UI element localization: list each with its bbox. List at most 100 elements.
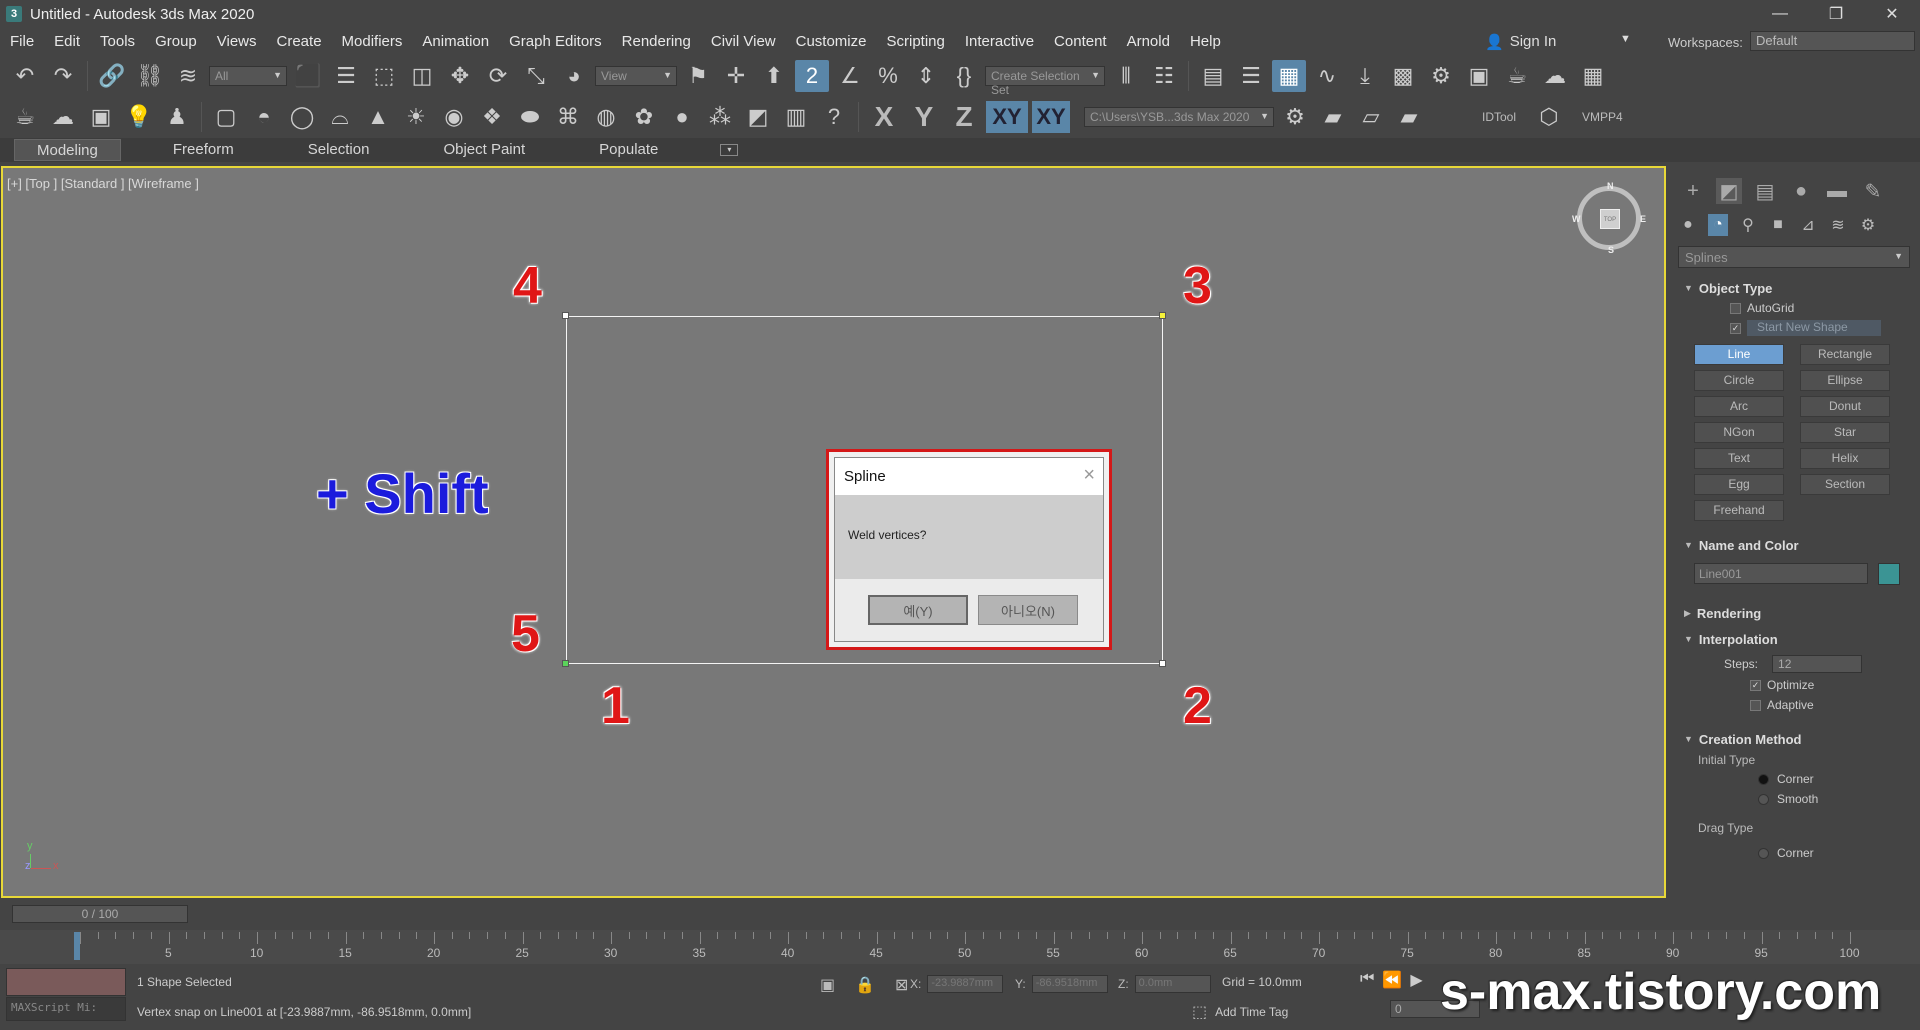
play-icon[interactable]: ▶ bbox=[1410, 970, 1422, 990]
schematic-view-icon[interactable]: ⤓ bbox=[1348, 60, 1382, 92]
axis-z-button[interactable]: Z bbox=[946, 101, 982, 133]
project-folder-select[interactable]: C:\Users\YSB...3ds Max 2020 bbox=[1084, 107, 1274, 127]
select-manipulate-icon[interactable]: ✛ bbox=[719, 60, 753, 92]
disc-icon[interactable]: ◉ bbox=[437, 101, 471, 133]
teapot-icon[interactable]: ☕ bbox=[8, 101, 42, 133]
chevron-down-icon[interactable]: ▼ bbox=[1620, 33, 1631, 45]
space-warps-icon[interactable]: ≋ bbox=[1828, 214, 1848, 236]
y-coordinate-field[interactable]: -86.9518mm bbox=[1031, 975, 1108, 993]
layer-explorer-icon[interactable]: ☰ bbox=[1234, 60, 1268, 92]
close-window-button[interactable]: ✕ bbox=[1864, 0, 1920, 28]
menu-interactive[interactable]: Interactive bbox=[955, 28, 1044, 55]
selection-filter-select[interactable]: All bbox=[209, 66, 287, 86]
axis-x-button[interactable]: X bbox=[866, 101, 902, 133]
start-new-shape-button[interactable]: Start New Shape bbox=[1747, 320, 1881, 336]
systems-icon[interactable]: ⚙ bbox=[1858, 214, 1878, 236]
z-coordinate-field[interactable]: 0.0mm bbox=[1134, 975, 1211, 993]
material-editor-icon[interactable]: ▩ bbox=[1386, 60, 1420, 92]
mirror-icon[interactable]: ⫴ bbox=[1109, 60, 1143, 92]
time-slider[interactable]: 0 / 100 bbox=[12, 905, 188, 923]
viewcube[interactable]: TOP N S E W bbox=[1572, 181, 1646, 255]
menu-customize[interactable]: Customize bbox=[786, 28, 877, 55]
rollout-object-type[interactable]: ▼ Object Type bbox=[1678, 278, 1910, 298]
lights-icon[interactable]: ⚲ bbox=[1738, 214, 1758, 236]
scale-icon[interactable]: ⤡ bbox=[519, 60, 553, 92]
render-production-icon[interactable]: ☕ bbox=[1500, 60, 1534, 92]
text-button[interactable]: Text bbox=[1694, 448, 1784, 469]
redo-icon[interactable]: ↷ bbox=[46, 60, 80, 92]
align-icon[interactable]: ☷ bbox=[1147, 60, 1181, 92]
menu-group[interactable]: Group bbox=[145, 28, 207, 55]
start-new-shape-row[interactable]: ✓ Start New Shape bbox=[1670, 318, 1920, 338]
angle-snap-icon[interactable]: ∠ bbox=[833, 60, 867, 92]
freehand-button[interactable]: Freehand bbox=[1694, 500, 1784, 521]
project-icon[interactable]: ⚙ bbox=[1278, 101, 1312, 133]
lock-icon[interactable]: 🔒 bbox=[855, 975, 875, 995]
sign-in-button[interactable]: 👤 Sign In bbox=[1485, 28, 1630, 55]
reference-coordinate-select[interactable]: View bbox=[595, 66, 677, 86]
particles-icon[interactable]: ⁂ bbox=[703, 101, 737, 133]
sun-icon[interactable]: ☀ bbox=[399, 101, 433, 133]
idtool-label[interactable]: IDTool bbox=[1470, 110, 1528, 124]
egg-button[interactable]: Egg bbox=[1694, 474, 1784, 495]
cloud-icon[interactable]: ☁ bbox=[46, 101, 80, 133]
restore-button[interactable]: ❐ bbox=[1808, 0, 1864, 28]
snaps-toggle-icon[interactable]: 2 bbox=[795, 60, 829, 92]
window-crossing-icon[interactable]: ◫ bbox=[405, 60, 439, 92]
initial-corner-radio[interactable] bbox=[1758, 773, 1769, 785]
hierarchy-tab-icon[interactable]: ▤ bbox=[1752, 178, 1778, 204]
motion-tab-icon[interactable]: ● bbox=[1788, 178, 1814, 204]
menu-modifiers[interactable]: Modifiers bbox=[332, 28, 413, 55]
render-grid-icon[interactable]: ▦ bbox=[1576, 60, 1610, 92]
rollout-interpolation[interactable]: ▼ Interpolation bbox=[1678, 629, 1910, 649]
yes-button[interactable]: 예(Y) bbox=[868, 595, 968, 625]
steps-spinner[interactable]: 12 bbox=[1772, 655, 1863, 673]
cubes-icon[interactable]: ❖ bbox=[475, 101, 509, 133]
help-circle-icon[interactable]: ? bbox=[817, 101, 851, 133]
section-button[interactable]: Section bbox=[1800, 474, 1890, 495]
menu-content[interactable]: Content bbox=[1044, 28, 1117, 55]
add-time-tag[interactable]: ⬚ Add Time Tag bbox=[1192, 1002, 1288, 1022]
folder-icon[interactable]: ▰ bbox=[1316, 101, 1350, 133]
optimize-checkbox[interactable]: ✓ bbox=[1750, 679, 1761, 691]
vmpp-label[interactable]: VMPP4 bbox=[1570, 110, 1635, 124]
vertex-2[interactable] bbox=[1159, 660, 1166, 667]
rollout-creation-method[interactable]: ▼ Creation Method bbox=[1678, 729, 1910, 749]
shape-category-select[interactable]: Splines bbox=[1678, 246, 1910, 268]
knot-icon[interactable]: ⌘ bbox=[551, 101, 585, 133]
rendered-frame-window-icon[interactable]: ▣ bbox=[1462, 60, 1496, 92]
cameras-icon[interactable]: ■ bbox=[1768, 214, 1788, 236]
line-button[interactable]: Line bbox=[1694, 344, 1784, 365]
box-primitive-icon[interactable]: ▢ bbox=[209, 101, 243, 133]
spinner-snap-icon[interactable]: ⇕ bbox=[909, 60, 943, 92]
optimize-row[interactable]: ✓ Optimize bbox=[1670, 675, 1920, 695]
move-icon[interactable]: ✥ bbox=[443, 60, 477, 92]
rotate-icon[interactable]: ⟳ bbox=[481, 60, 515, 92]
track-bar[interactable]: 5 10 15 20 25 30 35 40 45 50 55 60 65 70 75 80 85 90 95 100 bbox=[0, 930, 1920, 964]
start-new-shape-checkbox[interactable]: ✓ bbox=[1730, 322, 1741, 334]
drag-corner-row[interactable]: Corner bbox=[1670, 843, 1920, 863]
adaptive-checkbox[interactable] bbox=[1750, 699, 1761, 711]
initial-corner-row[interactable]: Corner bbox=[1670, 769, 1920, 789]
folder-save-icon[interactable]: ▰ bbox=[1392, 101, 1426, 133]
initial-smooth-row[interactable]: Smooth bbox=[1670, 789, 1920, 809]
curve-editor-icon[interactable]: ∿ bbox=[1310, 60, 1344, 92]
maxscript-listener-output[interactable] bbox=[6, 968, 126, 996]
isolate-selection-icon[interactable]: ▣ bbox=[820, 975, 835, 995]
arc-button[interactable]: Arc bbox=[1694, 396, 1784, 417]
rectangle-button[interactable]: Rectangle bbox=[1800, 344, 1890, 365]
sphere-icon[interactable]: ● bbox=[665, 101, 699, 133]
ngon-button[interactable]: NGon bbox=[1694, 422, 1784, 443]
star-button[interactable]: Star bbox=[1800, 422, 1890, 443]
menu-scripting[interactable]: Scripting bbox=[876, 28, 954, 55]
autogrid-row[interactable]: AutoGrid bbox=[1670, 298, 1920, 318]
geosphere-icon[interactable]: ◍ bbox=[589, 101, 623, 133]
character-icon[interactable]: ♟ bbox=[160, 101, 194, 133]
object-name-field[interactable]: Line001 bbox=[1694, 563, 1868, 584]
viewcube-top-face[interactable]: TOP bbox=[1600, 209, 1620, 229]
edit-named-selection-icon[interactable]: {} bbox=[947, 60, 981, 92]
menu-graph-editors[interactable]: Graph Editors bbox=[499, 28, 612, 55]
x-coordinate-field[interactable]: -23.9887mm bbox=[927, 975, 1004, 993]
undo-icon[interactable]: ↶ bbox=[8, 60, 42, 92]
utilities-tab-icon[interactable]: ✎ bbox=[1860, 178, 1886, 204]
